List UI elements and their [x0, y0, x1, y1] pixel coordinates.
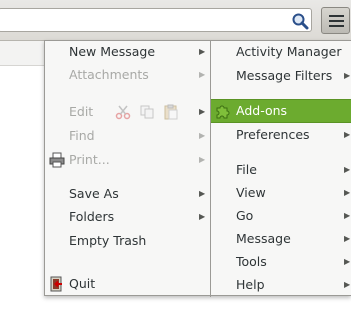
submenu-arrow-icon: ▶	[344, 280, 351, 289]
menu-item-empty-trash[interactable]: Empty Trash	[45, 230, 210, 252]
scissors-icon[interactable]	[115, 104, 131, 120]
submenu-arrow-icon: ▶	[199, 212, 206, 221]
submenu-arrow-icon: ▶	[199, 70, 206, 79]
app-menu-button[interactable]	[321, 7, 350, 34]
submenu-arrow-icon: ▶	[344, 188, 351, 197]
hamburger-icon	[329, 15, 344, 17]
menu-item-attachments[interactable]: Attachments ▶	[45, 64, 210, 86]
menu-item-edit[interactable]: Edit ▶	[45, 101, 210, 123]
copy-icon[interactable]	[139, 104, 155, 120]
menu-item-view[interactable]: View ▶	[211, 182, 351, 204]
submenu-arrow-icon: ▶	[344, 257, 351, 266]
submenu-arrow-icon: ▶	[344, 130, 351, 139]
menu-item-save-as[interactable]: Save As ▶	[45, 183, 210, 205]
menu-item-quit[interactable]: Quit	[45, 273, 210, 295]
toolbar	[0, 0, 351, 41]
menu-item-preferences[interactable]: Preferences ▶	[211, 124, 351, 146]
clipboard-icon[interactable]	[163, 104, 179, 120]
menu-item-tools[interactable]: Tools ▶	[211, 251, 351, 273]
puzzle-piece-icon	[216, 105, 230, 119]
menu-item-file[interactable]: File ▶	[211, 159, 351, 181]
submenu-arrow-icon: ▶	[199, 131, 206, 140]
submenu-arrow-icon: ▶	[199, 47, 206, 56]
menu-item-message[interactable]: Message ▶	[211, 228, 351, 250]
submenu-arrow-icon: ▶	[344, 234, 351, 243]
search-input[interactable]	[0, 8, 312, 32]
menu-item-go[interactable]: Go ▶	[211, 205, 351, 227]
submenu-arrow-icon: ▶	[199, 107, 206, 116]
menu-item-activity-manager[interactable]: Activity Manager	[211, 41, 351, 63]
menu-item-new-message[interactable]: New Message ▶	[45, 41, 210, 63]
app-menu-popup: New Message ▶ Attachments ▶ Edit ▶ Find …	[44, 40, 351, 297]
menu-item-folders[interactable]: Folders ▶	[45, 206, 210, 228]
exit-door-icon	[50, 276, 62, 292]
submenu-arrow-icon: ▶	[344, 211, 351, 220]
submenu-arrow-icon: ▶	[199, 155, 206, 164]
menu-item-print[interactable]: Print... ▶	[45, 149, 210, 171]
submenu-arrow-icon: ▶	[344, 71, 351, 80]
submenu-arrow-icon: ▶	[344, 165, 351, 174]
search-icon[interactable]	[291, 12, 309, 30]
menu-item-help[interactable]: Help ▶	[211, 274, 351, 296]
menu-item-message-filters[interactable]: Message Filters ▶	[211, 65, 351, 87]
printer-icon	[49, 152, 65, 168]
submenu-arrow-icon: ▶	[199, 189, 206, 198]
menu-item-addons[interactable]: Add-ons	[211, 99, 351, 123]
menu-item-find[interactable]: Find ▶	[45, 125, 210, 147]
